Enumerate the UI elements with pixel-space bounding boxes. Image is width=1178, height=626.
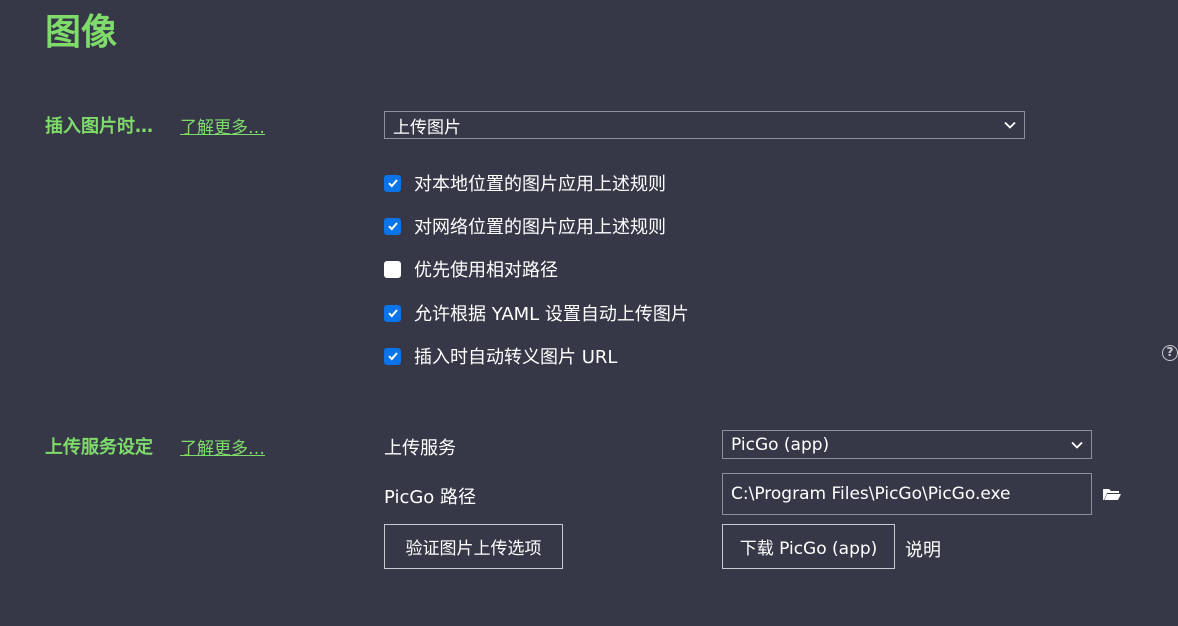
folder-icon[interactable] — [1102, 486, 1122, 502]
upload-service-select[interactable]: PicGo (app) — [722, 430, 1092, 459]
page-title: 图像 — [45, 12, 118, 53]
explain-link[interactable]: 说明 — [905, 536, 941, 562]
checkmark-icon — [387, 309, 398, 318]
verify-upload-options-button[interactable]: 验证图片上传选项 — [384, 524, 563, 569]
download-picgo-button[interactable]: 下载 PicGo (app) — [722, 524, 895, 569]
checkmark-icon — [387, 179, 398, 188]
relative-path-checkbox[interactable] — [384, 260, 401, 278]
settings-page: 图像 插入图片时… 了解更多… 上传图片 对本地位置的图片应用上述规则 对网络位… — [0, 0, 1178, 626]
upload-service-value: PicGo (app) — [731, 434, 830, 455]
help-icon[interactable]: ? — [1162, 345, 1178, 361]
checkbox-row-network-images[interactable]: 对网络位置的图片应用上述规则 — [384, 213, 666, 239]
local-images-checkbox[interactable] — [384, 174, 401, 192]
checkbox-row-escape-url[interactable]: 插入时自动转义图片 URL — [384, 343, 617, 369]
insert-image-section-label: 插入图片时… — [45, 116, 153, 137]
yaml-upload-checkbox[interactable] — [384, 304, 401, 322]
local-images-checkbox-label: 对本地位置的图片应用上述规则 — [414, 174, 666, 195]
chevron-down-icon — [1071, 441, 1083, 449]
network-images-checkbox-label: 对网络位置的图片应用上述规则 — [414, 217, 666, 238]
checkbox-row-yaml-upload[interactable]: 允许根据 YAML 设置自动上传图片 — [384, 300, 689, 326]
checkbox-row-local-images[interactable]: 对本地位置的图片应用上述规则 — [384, 170, 666, 196]
escape-url-checkbox[interactable] — [384, 347, 401, 365]
network-images-checkbox[interactable] — [384, 217, 401, 235]
upload-service-label: 上传服务 — [384, 438, 456, 459]
checkmark-icon — [387, 222, 398, 231]
picgo-path-input[interactable] — [722, 473, 1092, 515]
checkbox-row-relative-path[interactable]: 优先使用相对路径 — [384, 256, 558, 282]
checkmark-icon — [387, 352, 398, 361]
escape-url-checkbox-label: 插入时自动转义图片 URL — [414, 347, 618, 368]
picgo-path-label: PicGo 路径 — [384, 487, 477, 508]
upload-service-section-label: 上传服务设定 — [45, 437, 153, 458]
insert-image-action-select[interactable]: 上传图片 — [384, 111, 1025, 139]
insert-image-action-value: 上传图片 — [393, 117, 461, 138]
yaml-upload-checkbox-label: 允许根据 YAML 设置自动上传图片 — [414, 304, 689, 325]
insert-image-learn-more-link[interactable]: 了解更多… — [180, 113, 265, 138]
relative-path-checkbox-label: 优先使用相对路径 — [414, 260, 558, 281]
chevron-down-icon — [1004, 121, 1016, 129]
upload-service-learn-more-link[interactable]: 了解更多… — [180, 434, 265, 459]
